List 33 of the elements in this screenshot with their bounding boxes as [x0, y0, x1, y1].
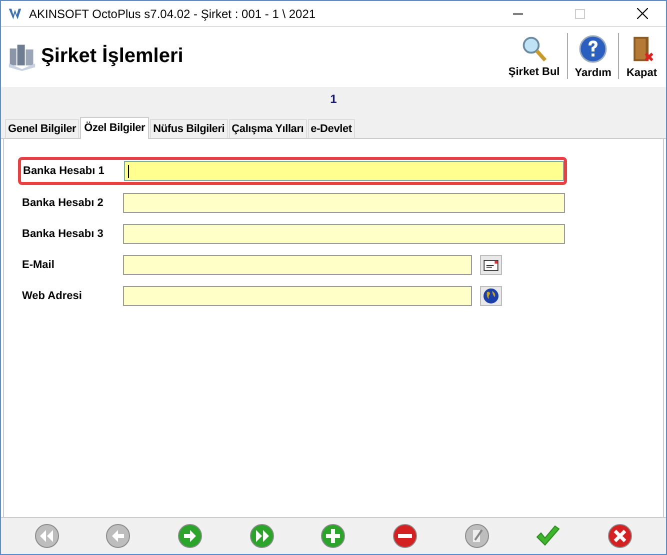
field-label: Banka Hesabı 1: [23, 165, 106, 177]
next-icon[interactable]: [177, 523, 204, 549]
page-title: Şirket İşlemleri: [41, 44, 184, 68]
field-label: E-Mail: [22, 259, 56, 271]
tab[interactable]: Çalışma Yılları: [228, 119, 307, 138]
toolbar-button[interactable]: Yardım: [572, 34, 614, 78]
field-label: Banka Hesabı 3: [22, 228, 104, 240]
tab[interactable]: Genel Bilgiler: [5, 119, 80, 138]
tab[interactable]: Nüfus Bilgileri: [150, 119, 228, 138]
input-field[interactable]: [123, 286, 472, 306]
input-field[interactable]: [124, 161, 564, 181]
window-title: AKINSOFT OctoPlus s7.04.02 - Şirket : 001 - 1 \ 2021: [29, 6, 316, 20]
envelope-button[interactable]: [480, 255, 502, 275]
app-logo-icon: [7, 6, 23, 20]
field-label: Web Adresi: [22, 290, 83, 302]
magnifier-icon: [520, 34, 548, 62]
field-label: Banka Hesabı 2: [22, 197, 104, 209]
last-record-icon[interactable]: [248, 523, 275, 549]
minus-icon[interactable]: [392, 523, 418, 549]
help-icon: [578, 34, 608, 64]
tab[interactable]: e-Devlet: [308, 119, 355, 138]
close-icon[interactable]: [637, 8, 648, 19]
globe-icon: [483, 288, 499, 304]
envelope-icon: [483, 260, 499, 270]
input-field[interactable]: [123, 224, 565, 244]
plus-icon[interactable]: [320, 523, 346, 549]
tab[interactable]: Özel Bilgiler: [80, 117, 150, 139]
globe-button[interactable]: [480, 286, 502, 306]
toolbar-button[interactable]: Şirket Bul: [505, 34, 563, 78]
input-field[interactable]: [123, 193, 565, 213]
record-number: 1: [330, 92, 337, 106]
input-field[interactable]: [123, 255, 472, 275]
toolbar-button[interactable]: Kapat: [623, 34, 660, 78]
